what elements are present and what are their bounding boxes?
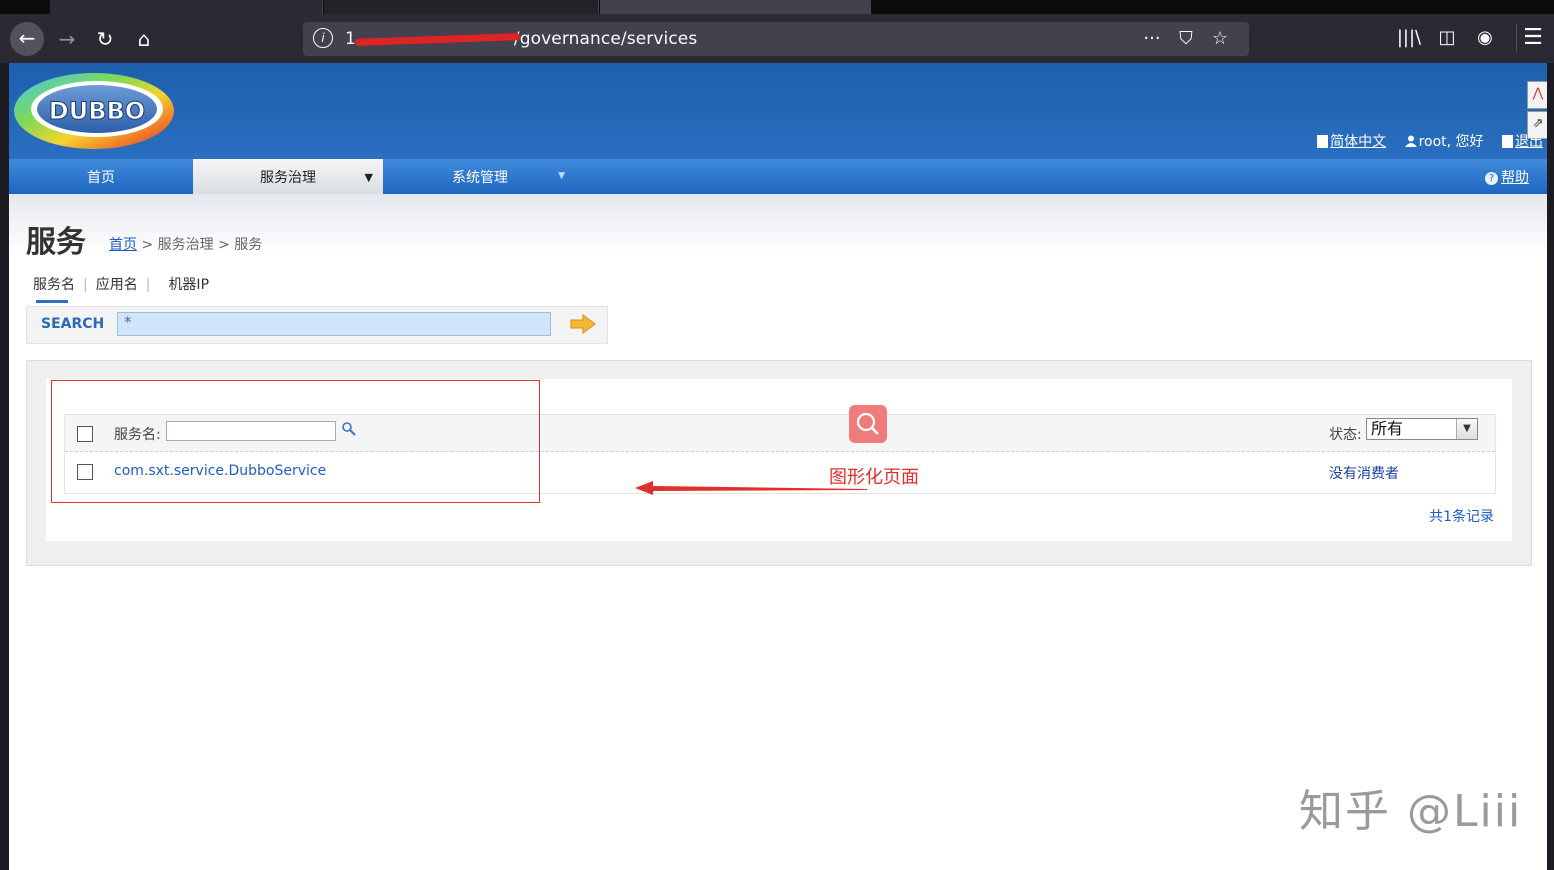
document-icon	[1317, 135, 1329, 148]
account-icon[interactable]: ◉	[1466, 24, 1504, 52]
info-icon[interactable]: i	[313, 28, 333, 48]
user-greeting: root, 您好	[1418, 134, 1484, 150]
search-tab-app-name[interactable]: 应用名	[96, 274, 138, 294]
nav-governance[interactable]: 服务治理 ▼	[193, 159, 383, 194]
breadcrumb-path: > 服务治理 > 服务	[137, 237, 263, 253]
sidebar-icon[interactable]: ◫	[1428, 24, 1466, 52]
watermark: 知乎 @Liii	[1299, 786, 1523, 837]
back-icon[interactable]: ←	[10, 22, 44, 56]
search-label: SEARCH	[41, 316, 105, 332]
nav-home[interactable]: 首页	[9, 159, 193, 194]
dubbo-logo[interactable]: DUBBO	[11, 69, 177, 153]
main-nav: 首页 服务治理 ▼ 系统管理 ▼ ? 帮助	[9, 159, 1547, 194]
page-actions-icon[interactable]: ···	[1135, 26, 1169, 52]
bookmark-star-icon[interactable]: ☆	[1203, 26, 1237, 52]
chevron-down-icon: ▼	[1456, 419, 1477, 439]
svg-text:DUBBO: DUBBO	[49, 97, 145, 125]
browser-tab-active[interactable]	[600, 0, 871, 14]
user-group: root, 您好	[1404, 134, 1488, 150]
home-icon[interactable]: ⌂	[129, 24, 159, 54]
logout-group: 退出	[1502, 134, 1543, 150]
logout-icon	[1502, 135, 1513, 148]
record-count: 共1条记录	[1429, 509, 1494, 525]
search-go-arrow-icon[interactable]	[569, 313, 597, 335]
nav-system[interactable]: 系统管理 ▼	[385, 159, 575, 194]
url-actions: ··· ⛉ ☆	[1135, 26, 1237, 52]
annotation-text: 图形化页面	[829, 467, 919, 488]
nav-system-label: 系统管理	[452, 170, 508, 186]
help-link-group: ? 帮助	[1485, 159, 1529, 197]
help-link[interactable]: 帮助	[1501, 170, 1529, 186]
search-tabs: 服务名 | 应用名 | 机器IP	[33, 274, 209, 303]
breadcrumb: 首页 > 服务治理 > 服务	[109, 234, 262, 254]
page-title: 服务	[26, 225, 86, 260]
logout-link[interactable]: 退出	[1515, 134, 1543, 150]
browser-tab[interactable]	[324, 0, 599, 14]
hamburger-menu-icon[interactable]: ☰	[1516, 24, 1549, 52]
reload-icon[interactable]: ↻	[90, 24, 120, 54]
status-label: 状态:	[1329, 427, 1362, 443]
tab-separator: |	[145, 277, 151, 293]
status-select[interactable]: 所有 ▼	[1366, 418, 1478, 440]
browser-tab[interactable]	[50, 0, 323, 14]
consumer-status[interactable]: 没有消费者	[1329, 463, 1399, 483]
help-icon: ?	[1485, 172, 1498, 185]
side-widget-icon[interactable]: ⋀	[1527, 81, 1547, 109]
caret-down-icon: ▼	[558, 171, 565, 181]
caret-down-icon: ▼	[364, 171, 373, 184]
browser-tab-strip	[0, 0, 1554, 14]
active-tab-indicator	[36, 300, 68, 303]
page-viewport: DUBBO ⋀ ⇗ 简体中文 root, 您好 退出 首页 服务治理 ▼ 系统管…	[9, 63, 1547, 870]
search-input[interactable]: *	[117, 312, 551, 336]
language-link[interactable]: 简体中文	[1330, 134, 1386, 150]
browser-toolbar: ← → ↻ ⌂ i 1/governance/services ··· ⛉ ☆ ||…	[0, 14, 1554, 63]
breadcrumb-home[interactable]: 首页	[109, 237, 137, 253]
annotation-box	[51, 380, 540, 503]
address-bar[interactable]: i 1/governance/services ··· ⛉ ☆	[303, 22, 1249, 56]
site-header: DUBBO ⋀ ⇗ 简体中文 root, 您好 退出	[9, 63, 1547, 159]
user-icon	[1404, 135, 1417, 147]
language-link-group: 简体中文	[1317, 134, 1390, 150]
forward-icon[interactable]: →	[52, 24, 82, 54]
tab-separator: |	[83, 277, 88, 293]
search-tab-machine-ip[interactable]: 机器IP	[168, 274, 209, 294]
nav-governance-label: 服务治理	[260, 170, 316, 186]
magnifier-icon	[849, 405, 887, 443]
status-select-value: 所有	[1371, 419, 1404, 438]
toolbar-right-icons: |||\ ◫ ◉	[1390, 24, 1504, 52]
pocket-icon[interactable]: ⛉	[1169, 26, 1203, 52]
search-tab-service-name[interactable]: 服务名	[33, 274, 75, 303]
header-links: 简体中文 root, 您好 退出	[1303, 131, 1543, 151]
library-icon[interactable]: |||\	[1390, 24, 1428, 52]
search-box: SEARCH *	[26, 306, 608, 344]
